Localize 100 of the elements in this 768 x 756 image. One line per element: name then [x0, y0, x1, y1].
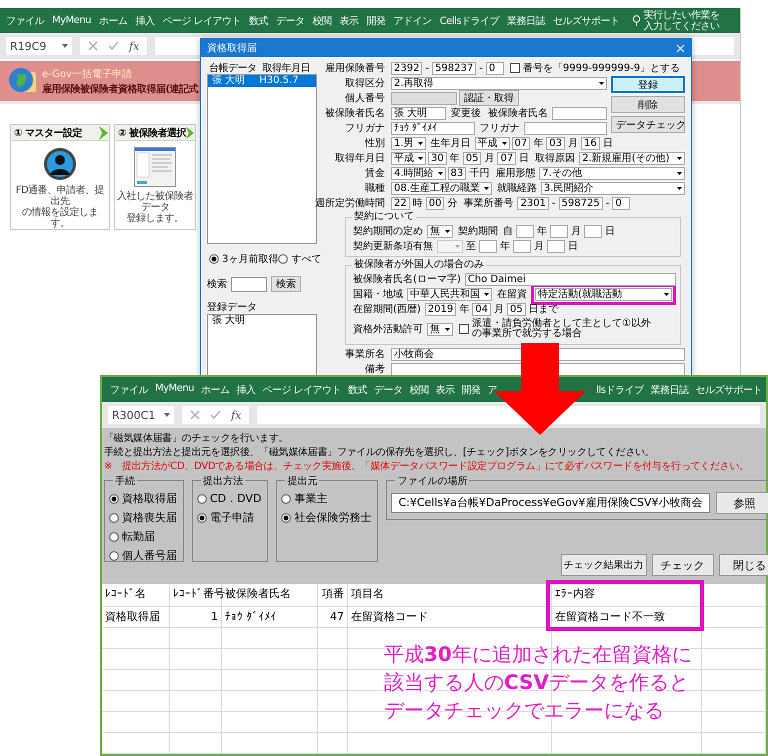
step-card[interactable]: ② 被保険者選択 入社した被保険者データ 登録します。: [114, 124, 196, 230]
ribbon-tab[interactable]: 校閲: [312, 14, 332, 28]
ribbon-tab[interactable]: MyMenu: [155, 382, 194, 396]
ribbon-tab[interactable]: 校閲: [410, 382, 429, 396]
formula-input[interactable]: [257, 406, 760, 424]
ribbon-tab[interactable]: 数式: [249, 14, 268, 28]
checkbox[interactable]: 派遣・請負労働者として主として①以外の事業所で就労する場合: [459, 319, 659, 339]
cancel-icon[interactable]: [88, 41, 98, 51]
ribbon-tab[interactable]: 挿入: [136, 14, 155, 28]
dialog-button[interactable]: データチェック: [611, 116, 685, 133]
search-field[interactable]: [231, 276, 267, 292]
radio-button[interactable]: 個人番号届: [109, 548, 177, 563]
input-field[interactable]: 0: [486, 62, 504, 74]
dropdown[interactable]: 2.再取得: [391, 76, 607, 90]
input-field[interactable]: [516, 224, 534, 238]
input-field[interactable]: 04: [472, 302, 491, 316]
ribbon-tab[interactable]: Cellsドライブ: [440, 14, 500, 28]
input-field[interactable]: 07: [512, 136, 530, 150]
radio-button[interactable]: 3ヶ月前取得: [209, 252, 278, 266]
dropdown[interactable]: 4.時間給: [391, 166, 446, 180]
input-field[interactable]: 83: [448, 166, 466, 180]
input-field[interactable]: [513, 240, 531, 252]
ribbon-tab[interactable]: 挿入: [236, 382, 256, 396]
radio-button[interactable]: すべて: [278, 252, 322, 266]
ribbon-tab[interactable]: ファイル: [110, 382, 148, 396]
input-field[interactable]: 598725: [558, 196, 603, 210]
ribbon-tab[interactable]: 開発: [462, 382, 481, 396]
input-field[interactable]: 05: [462, 152, 482, 164]
dropdown[interactable]: 無: [427, 224, 453, 238]
ribbon-tab[interactable]: ページ レイアウト: [162, 14, 242, 28]
input-field[interactable]: 05: [507, 302, 526, 316]
action-button[interactable]: チェック結果出力: [560, 554, 647, 576]
name-box[interactable]: R19C9: [6, 37, 72, 55]
ribbon-tab[interactable]: ホーム: [201, 382, 230, 396]
ribbon-tab[interactable]: llsドライブ: [596, 382, 644, 396]
action-button[interactable]: チェック: [652, 554, 714, 576]
ribbon-tab[interactable]: データ: [276, 14, 305, 28]
input-field[interactable]: 00: [426, 196, 444, 210]
action-button[interactable]: 閉じる: [718, 554, 768, 576]
input-field[interactable]: Cho Daimei: [464, 272, 676, 286]
name-box[interactable]: R300C1: [108, 406, 174, 424]
list-item[interactable]: 張 大明 H30.5.7: [208, 75, 316, 87]
dialog-button[interactable]: 削除: [611, 96, 685, 113]
input-field[interactable]: 30: [428, 152, 447, 164]
insert-function-button[interactable]: fx: [129, 40, 140, 52]
ribbon-tab[interactable]: セルズサポート: [696, 382, 762, 396]
ribbon-tab[interactable]: MyMenu: [52, 15, 92, 26]
check-icon[interactable]: [108, 41, 119, 51]
ribbon-tab[interactable]: ア: [488, 382, 498, 396]
dropdown[interactable]: 特定活動(就職活動: [535, 288, 672, 300]
input-field[interactable]: [584, 224, 602, 238]
input-field[interactable]: 598237: [432, 62, 476, 74]
insert-function-button[interactable]: fx: [231, 408, 242, 422]
checkbox[interactable]: 番号を「9999-999999-9」とする: [510, 61, 680, 75]
input-field[interactable]: [547, 240, 565, 252]
radio-button[interactable]: 資格取得届: [109, 491, 177, 506]
input-field[interactable]: [524, 122, 607, 134]
browse-button[interactable]: 参照: [716, 492, 768, 514]
input-field[interactable]: [552, 106, 607, 120]
dropdown[interactable]: 1.男: [391, 136, 426, 150]
dropdown[interactable]: 平成: [391, 152, 426, 164]
input-field[interactable]: 07: [497, 152, 516, 164]
radio-button[interactable]: 事業主: [281, 491, 372, 506]
input-field[interactable]: 2019: [424, 302, 456, 316]
radio-button[interactable]: 社会保険労務士: [281, 510, 372, 525]
input-field[interactable]: [550, 224, 568, 238]
radio-button[interactable]: 電子申請: [197, 510, 262, 525]
input-field[interactable]: 2301: [517, 196, 549, 210]
dropdown[interactable]: 中華人民共和国: [407, 288, 492, 300]
ribbon-tab[interactable]: データ: [374, 382, 403, 396]
check-icon[interactable]: [210, 410, 221, 420]
search-button[interactable]: 検索: [271, 276, 301, 292]
ribbon-tab[interactable]: ページ レイアウト: [262, 382, 342, 396]
radio-button[interactable]: 転勤届: [109, 529, 177, 544]
input-field[interactable]: 03: [546, 136, 566, 150]
close-icon[interactable]: [676, 44, 685, 52]
input-field[interactable]: [479, 240, 497, 252]
ribbon-tab[interactable]: セルズサポート: [553, 14, 620, 28]
ribbon-tab[interactable]: 数式: [348, 382, 368, 396]
input-field[interactable]: ﾁｮｳ ﾀﾞｲﾒｲ: [391, 122, 474, 134]
ribbon-tab[interactable]: ホーム: [99, 14, 128, 28]
step-card[interactable]: ① マスター設定 FD通番、申請者、提出先 の情報を設定します。: [10, 124, 110, 230]
ribbon-tab[interactable]: 開発: [366, 14, 386, 28]
dialog-button[interactable]: 登録: [611, 76, 685, 93]
ribbon-tab[interactable]: ファイル: [6, 14, 44, 28]
dropdown[interactable]: 2.新規雇用(その他): [579, 152, 685, 164]
input-field[interactable]: 2392: [391, 62, 422, 74]
cancel-icon[interactable]: [190, 410, 200, 420]
list-item[interactable]: 張 大明: [208, 315, 316, 327]
input-field[interactable]: 16: [581, 136, 600, 150]
dropdown[interactable]: 無: [427, 322, 453, 336]
ribbon-tab[interactable]: アドイン: [394, 14, 432, 28]
masked-field[interactable]: [391, 92, 457, 104]
ribbon-tab[interactable]: 表示: [340, 14, 359, 28]
ribbon-tab[interactable]: 表示: [436, 382, 455, 396]
path-field[interactable]: C:¥Cells¥a台帳¥DaProcess¥eGov¥雇用保険CSV¥小牧商会: [391, 493, 710, 513]
input-field[interactable]: 0: [612, 196, 630, 210]
dropdown[interactable]: 7.その他: [539, 166, 685, 180]
radio-button[interactable]: CD．DVD: [197, 491, 262, 506]
dropdown[interactable]: 08.生産工程の職業: [391, 182, 492, 194]
